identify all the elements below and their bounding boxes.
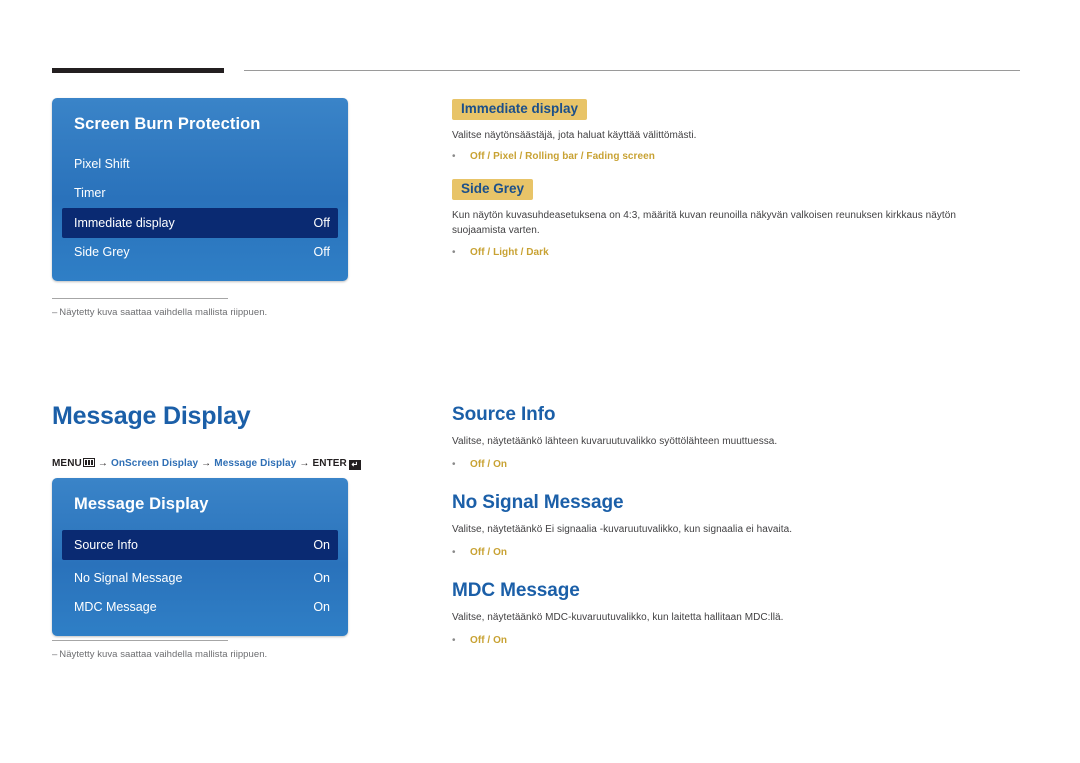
section-body-source-info: Valitse, näytetäänkö lähteen kuvaruutuva… [452,436,778,447]
breadcrumb: MENU → OnScreen Display → Message Display → EN… [52,457,361,470]
page-title: Message Display [52,402,251,430]
header-rule-thick [52,68,224,73]
menu-row-value: On [313,571,330,585]
footnote-dash: ‒ [52,307,58,318]
section-options-mdc-message: • Off / On [452,635,507,646]
menu-row-timer[interactable]: Timer [52,179,348,208]
menu-row-label: Pixel Shift [74,157,130,171]
bullet-icon: • [452,547,456,558]
menu-panel-screen-burn-protection: Screen Burn Protection Pixel Shift Timer… [52,98,348,281]
footnote-block-top: ‒ Näytetty kuva saattaa vaihdella mallist… [52,298,267,318]
breadcrumb-menu-label: MENU [52,458,82,469]
header-rule-thin [244,70,1020,71]
menu-row-pixel-shift[interactable]: Pixel Shift [52,150,348,179]
breadcrumb-enter-label: ENTER [312,458,347,469]
footnote-dash: ‒ [52,649,58,660]
menu-row-value: On [313,538,330,552]
panel-rows: Pixel Shift Timer Immediate display Off … [52,150,348,281]
menu-row-source-info[interactable]: Source Info On [62,530,338,560]
section-body-mdc-message: Valitse, näytetäänkö MDC-kuvaruutuvalikk… [452,612,784,623]
bullet-icon: • [452,459,456,470]
footnote-block-bottom: ‒ Näytetty kuva saattaa vaihdella mallist… [52,640,267,660]
options-text: Off / On [470,459,508,470]
section-options-side-grey: • Off / Light / Dark [452,247,549,258]
menu-row-value: Off [313,216,330,230]
section-title-source-info: Source Info [452,404,556,425]
menu-row-label: Source Info [74,538,138,552]
bullet-icon: • [452,151,456,162]
menu-row-label: Immediate display [74,216,175,230]
menu-row-immediate-display[interactable]: Immediate display Off [62,208,338,238]
section-options-source-info: • Off / On [452,459,507,470]
options-text: Off / On [470,547,508,558]
breadcrumb-arrow-icon: → [201,458,212,469]
section-body-immediate-display: Valitse näytönsäästäjä, jota haluat käyt… [452,130,697,141]
section-body-no-signal-message: Valitse, näytetäänkö Ei signaalia -kuvar… [452,524,793,535]
menu-button-icon [82,458,95,467]
footnote-body: Näytetty kuva saattaa vaihdella mallista… [59,649,268,660]
footnote-body: Näytetty kuva saattaa vaihdella mallista… [59,307,268,318]
options-text: Off / Light / Dark [470,247,549,258]
menu-row-label: Timer [74,186,106,200]
panel-title: Message Display [74,495,209,513]
footnote-rule [52,640,228,641]
menu-row-label: No Signal Message [74,571,183,585]
section-body-side-grey: Kun näytön kuvasuhdeasetuksena on 4:3, m… [452,210,956,236]
section-options-immediate-display: • Off / Pixel / Rolling bar / Fading scre… [452,151,655,162]
footnote-rule [52,298,228,299]
bullet-icon: • [452,247,456,258]
breadcrumb-item-message-display[interactable]: Message Display [214,458,296,469]
menu-row-side-grey[interactable]: Side Grey Off [52,238,348,267]
menu-row-label: Side Grey [74,245,130,259]
breadcrumb-arrow-icon: → [97,458,108,469]
footnote-text: ‒ Näytetty kuva saattaa vaihdella mallist… [52,649,267,660]
options-text: Off / Pixel / Rolling bar / Fading scree… [470,151,655,162]
breadcrumb-arrow-icon: → [299,458,310,469]
menu-row-no-signal-message[interactable]: No Signal Message On [52,564,348,593]
menu-row-label: MDC Message [74,600,157,614]
section-title-mdc-message: MDC Message [452,580,580,601]
section-title-no-signal-message: No Signal Message [452,492,624,513]
menu-row-value: On [313,600,330,614]
menu-row-value: Off [313,245,330,259]
section-title-side-grey: Side Grey [452,179,534,200]
enter-key-icon: ↵ [348,460,361,470]
panel-title: Screen Burn Protection [74,115,261,133]
bullet-icon: • [452,635,456,646]
section-options-no-signal-message: • Off / On [452,547,507,558]
footnote-text: ‒ Näytetty kuva saattaa vaihdella mallist… [52,307,267,318]
menu-panel-message-display: Message Display Source Info On No Signal… [52,478,348,636]
options-text: Off / On [470,635,508,646]
breadcrumb-item-onscreen-display[interactable]: OnScreen Display [111,458,198,469]
section-title-immediate-display: Immediate display [452,99,588,120]
panel-rows: Source Info On No Signal Message On MDC … [52,530,348,636]
menu-row-mdc-message[interactable]: MDC Message On [52,593,348,622]
